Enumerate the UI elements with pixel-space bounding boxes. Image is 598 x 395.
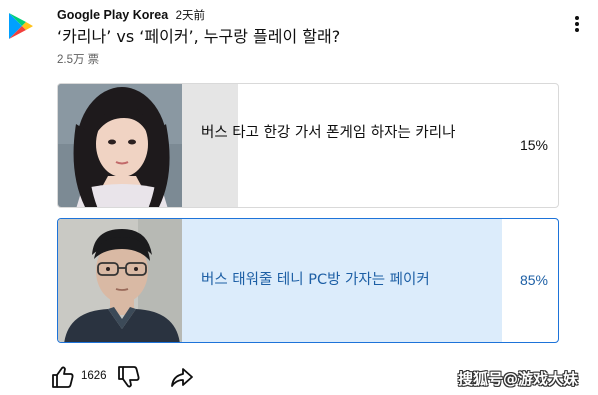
vote-count: 2.5万 票 [57,54,100,66]
option-image-karina [58,84,182,207]
option-image-faker [58,219,182,342]
post-title: ‘카리나’ vs ‘페이커’, 누구랑 플레이 할래? [57,27,341,46]
more-options-icon[interactable] [568,12,586,36]
poll-option-percent: 85% [519,272,548,288]
like-count: 1626 [81,370,107,382]
poll-option-karina[interactable]: 버스 타고 한강 가서 폰게임 하자는 카리나 15% [57,83,559,208]
thumb-down-icon[interactable] [116,365,142,389]
post-header: Google Play Korea 2天前 [57,7,205,24]
watermark: 搜狐号@游戏大妹 [458,370,579,388]
thumb-up-icon[interactable] [50,365,76,389]
channel-name[interactable]: Google Play Korea [57,8,168,22]
poll-bar-fill [182,84,238,207]
poll-option-text: 버스 태워줄 테니 PC방 가자는 페이커 [201,272,430,288]
poll-option-text: 버스 타고 한강 가서 폰게임 하자는 카리나 [201,125,456,141]
poll-option-percent: 15% [519,137,548,153]
google-play-logo-icon[interactable] [8,12,34,40]
post-actions: 1626 搜狐号@游戏大妹 [0,360,598,394]
poll-option-faker[interactable]: 버스 태워줄 테니 PC방 가자는 페이커 85% [57,218,559,343]
community-post: Google Play Korea 2天前 ‘카리나’ vs ‘페이커’, 누구… [0,0,598,395]
post-time: 2天前 [175,10,206,22]
share-icon[interactable] [169,365,195,389]
